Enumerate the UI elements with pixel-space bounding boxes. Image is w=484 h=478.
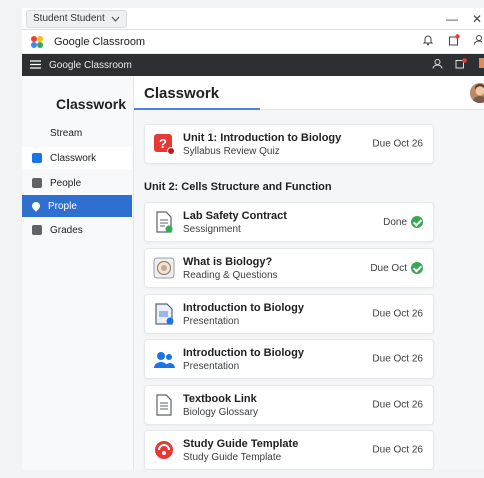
card-title: Unit 1: Introduction to Biology bbox=[183, 132, 342, 144]
card-title: Lab Safety Contract bbox=[183, 210, 287, 222]
bell-icon[interactable] bbox=[422, 33, 434, 51]
sidebar-item-stream[interactable]: Stream bbox=[22, 122, 132, 144]
account-icon[interactable] bbox=[473, 33, 484, 51]
card-title: Study Guide Template bbox=[183, 438, 299, 450]
presentation-icon bbox=[153, 303, 175, 325]
due-text: Due Oct 26 bbox=[372, 444, 423, 456]
sidebar-item-people[interactable]: People bbox=[22, 172, 132, 194]
classwork-icon bbox=[32, 153, 42, 163]
main-header: Classwork bbox=[134, 76, 484, 110]
due-text: Due Oct 26 bbox=[372, 308, 423, 320]
close-button[interactable]: ✕ bbox=[472, 12, 482, 26]
active-tab-underline bbox=[134, 108, 260, 110]
notifications-icon[interactable] bbox=[448, 33, 460, 51]
card-subtitle: Presentation bbox=[183, 361, 240, 372]
template-icon bbox=[153, 439, 175, 461]
card-subtitle: Sessignment bbox=[183, 224, 241, 235]
avatar[interactable] bbox=[470, 83, 484, 103]
card-subtitle: Presentation bbox=[183, 316, 240, 327]
due-text: Due Oct 26 bbox=[372, 353, 423, 365]
status-text: Done bbox=[383, 216, 407, 228]
sidebar-item-label: Grades bbox=[50, 224, 83, 236]
sidebar-item-prople[interactable]: Prople bbox=[22, 195, 132, 217]
assignment-card[interactable]: Textbook Link Biology Glossary Due Oct 2… bbox=[144, 385, 434, 425]
main-content: Classwork ? Unit 1: Introduction to Biol… bbox=[134, 76, 484, 470]
sidebar-heading: Classwork bbox=[56, 96, 127, 112]
card-subtitle: Biology Glossary bbox=[183, 407, 259, 418]
due-text: Due Oct 26 bbox=[372, 399, 423, 411]
due-date: Due Oct 26 bbox=[372, 139, 423, 150]
assignment-card[interactable]: Study Guide Template Study Guide Templat… bbox=[144, 430, 434, 470]
sidebar-item-label: People bbox=[50, 177, 82, 189]
assignment-card[interactable]: Lab Safety Contract Sessignment Done bbox=[144, 202, 434, 242]
reading-icon bbox=[153, 257, 175, 279]
people-icon bbox=[32, 178, 42, 188]
svg-text:?: ? bbox=[159, 136, 167, 151]
sidebar: Classwork Stream Classwork People Prople… bbox=[22, 76, 134, 470]
quiz-icon: ? bbox=[153, 133, 175, 155]
due-date: Due Oct 26 bbox=[372, 400, 423, 411]
document-icon bbox=[153, 211, 175, 233]
due-text: Due Oct 26 bbox=[372, 138, 423, 150]
chevron-down-icon bbox=[111, 14, 120, 24]
check-icon bbox=[411, 262, 423, 274]
google-classroom-logo-icon bbox=[30, 35, 44, 49]
sidebar-item-classwork[interactable]: Classwork bbox=[22, 147, 132, 169]
sidebar-item-label: Stream bbox=[50, 127, 83, 139]
due-date: Due Oct bbox=[370, 262, 423, 274]
due-date: Due Oct 26 bbox=[372, 309, 423, 320]
assignment-card[interactable]: What is Biology? Reading & Questions Due… bbox=[144, 248, 434, 288]
assignment-card[interactable]: Introduction to Biology Presentation Due… bbox=[144, 339, 434, 379]
card-title: What is Biology? bbox=[183, 256, 273, 268]
sidebar-item-label: Prople bbox=[48, 200, 77, 212]
section-heading: Unit 2: Cells Structure and Function bbox=[144, 181, 332, 193]
assignment-card[interactable]: ? Unit 1: Introduction to Biology Syllab… bbox=[144, 124, 434, 164]
user-name: Student Student bbox=[33, 13, 105, 24]
os-title-bar: Student Student — ✕ bbox=[22, 8, 484, 30]
todo-icon[interactable] bbox=[455, 56, 467, 74]
due-date: Due Oct 26 bbox=[372, 445, 423, 456]
menu-icon[interactable] bbox=[30, 58, 41, 72]
card-subtitle: Reading & Questions bbox=[183, 270, 278, 281]
user-switcher[interactable]: Student Student bbox=[26, 9, 127, 28]
card-subtitle: Syllabus Review Quiz bbox=[183, 146, 280, 157]
location-pin-icon bbox=[30, 200, 42, 212]
due-date: Due Oct 26 bbox=[372, 354, 423, 365]
status: Done bbox=[383, 216, 423, 228]
profile-avatar-small[interactable] bbox=[479, 56, 484, 74]
classroom-window: Student Student — ✕ Google Classroom Goo… bbox=[22, 8, 484, 470]
assignment-card[interactable]: Introduction to Biology Presentation Due… bbox=[144, 294, 434, 334]
account-circle-icon[interactable] bbox=[432, 56, 443, 74]
card-title: Introduction to Biology bbox=[183, 302, 304, 314]
grades-icon bbox=[32, 225, 42, 235]
card-subtitle: Study Guide Template bbox=[183, 452, 282, 463]
app-title: Google Classroom bbox=[54, 35, 146, 48]
classroom-title: Google Classroom bbox=[49, 59, 132, 71]
classroom-header: Google Classroom bbox=[22, 54, 484, 76]
page-title: Classwork bbox=[144, 85, 220, 102]
card-title: Introduction to Biology bbox=[183, 347, 304, 359]
people-icon bbox=[153, 348, 175, 370]
link-doc-icon bbox=[153, 394, 175, 416]
app-bar: Google Classroom bbox=[22, 30, 484, 54]
sidebar-item-label: Classwork bbox=[50, 152, 97, 164]
card-title: Textbook Link bbox=[183, 393, 257, 405]
due-text: Due Oct bbox=[370, 262, 407, 274]
check-icon bbox=[411, 216, 423, 228]
sidebar-item-grades[interactable]: Grades bbox=[22, 219, 132, 241]
minimize-button[interactable]: — bbox=[446, 12, 458, 26]
